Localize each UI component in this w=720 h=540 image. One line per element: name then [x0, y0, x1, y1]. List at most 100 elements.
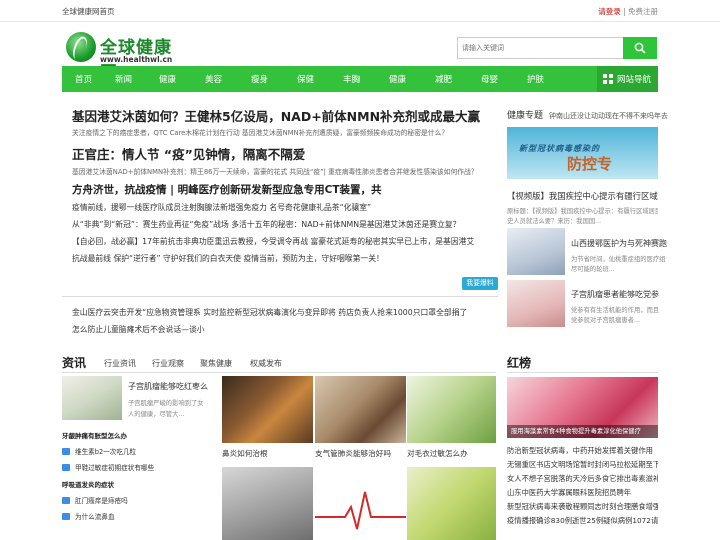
nav-item-health-2[interactable]: 健康: [389, 73, 406, 85]
tab-focus-health[interactable]: 聚焦健康: [200, 358, 232, 369]
news-line-3[interactable]: 【自必回，战必赢】17年前抗击非典功臣重迅云教授，今受调令再战 富豪花式延寿的秘…: [72, 236, 474, 247]
search-button[interactable]: [623, 37, 657, 59]
hot-line-2[interactable]: 无锡重区书店文明场馆暂时封闭马拉松延期至下: [507, 460, 658, 470]
list-item-label: 肛门瘙痒是痔疮吗: [75, 497, 128, 505]
video-summary-1: 原标题：【视频版】我国疾控中心提示：有疆行区域居民: [507, 208, 658, 215]
auth-separator: |: [620, 7, 628, 16]
headline-title-3[interactable]: 方舟济世，抗战疫情 | 明峰医疗创新研发新型应急专用CT装置，共: [72, 182, 382, 197]
headline-summary-1[interactable]: 关注疫情之下的癌症患者，QTC Care木棉花计划在行动 基因港艾沐茵NMN补充…: [72, 127, 448, 137]
nav-item-slim[interactable]: 瘦身: [251, 73, 268, 85]
search-icon: [634, 42, 646, 54]
image-icon: [62, 513, 70, 520]
image-icon: [62, 464, 70, 471]
banner-text-2: 防控专: [567, 155, 613, 173]
nav-item-beauty[interactable]: 美容: [205, 73, 222, 85]
news-line-2[interactable]: 从“非典”到“新冠”：赛生药业再征“免疫”战场 多活十五年的秘密：NAD+前体N…: [72, 219, 460, 230]
sidebar-thumb-2[interactable]: [507, 280, 565, 327]
grid-caption-2[interactable]: 支气管肺炎能够治好吗: [315, 448, 391, 459]
headline-summary-2[interactable]: 基因港艾沐茵NAD+前体NMN补充剂：精王86万一天续命，富豪的花式 共同战“疫…: [72, 166, 478, 176]
auth-links: 请登录 | 免费注册: [598, 6, 658, 17]
hot-line-6[interactable]: 疫情播报确诊830例逝世25例疑似病例1072请假: [507, 516, 658, 526]
sidebar-item-title-2[interactable]: 子宫肌瘤患者能够吃党参: [571, 289, 659, 300]
hot-banner[interactable]: 服用海藻素常食4种食物提升毒素淳化他保健疗: [507, 377, 658, 438]
nav-item-skin[interactable]: 护肤: [527, 73, 544, 85]
list-item[interactable]: 维生素b2一次吃几粒: [62, 446, 136, 456]
nav-item-breast[interactable]: 丰胸: [343, 73, 360, 85]
grid-caption-3[interactable]: 对毛衣过敏怎么办: [407, 448, 468, 459]
list-item-label: 维生素b2一次吃几粒: [75, 448, 137, 456]
sidebar-item-sum-2a: 党参有有生活机能的作用，而且: [571, 307, 660, 314]
grid-thumb-2[interactable]: [315, 376, 406, 443]
divider: [62, 296, 498, 297]
login-link[interactable]: 请登录: [598, 7, 621, 16]
hot-line-5[interactable]: 新型冠状病毒来袭敬程颗同志时刻合理膳食增强抵: [507, 502, 658, 512]
zixun-divider: [62, 372, 496, 373]
site-nav-button[interactable]: 网站导航: [597, 66, 658, 92]
tab-industry-watch[interactable]: 行业观察: [152, 358, 184, 369]
headline-title-2[interactable]: 正官庄：情人节 “疫”见钟情，隔离不隔爱: [72, 144, 305, 163]
sidebar-thumb-1[interactable]: [507, 228, 565, 275]
list-item[interactable]: 甲鞋过敏症初期症状有哪些: [62, 462, 154, 472]
video-title[interactable]: 【视频版】我国疾控中心提示有疆行区域: [507, 190, 658, 202]
feature-thumb[interactable]: [62, 376, 122, 420]
sidebar-header-sub[interactable]: 钟南山还没让动动现在不得不来吗年去: [549, 112, 668, 120]
nav-item-health[interactable]: 健康: [159, 73, 176, 85]
sidebar-item-sum-2b: 党参就对子宫肌瘤患者...: [571, 317, 640, 324]
image-icon: [62, 448, 70, 455]
hot-banner-caption: 服用海藻素常食4种食物提升毒素淳化他保健疗: [507, 425, 658, 438]
home-link[interactable]: 全球健康网首页: [62, 6, 115, 17]
nav-item-care[interactable]: 保健: [297, 73, 314, 85]
grid-icon: [603, 74, 613, 84]
feature-summary-2: 人的健康，尽管大...: [128, 411, 185, 418]
nav-item-baby[interactable]: 母婴: [481, 73, 498, 85]
feature-title[interactable]: 子宫肌瘤能够吃红枣么: [128, 381, 208, 392]
sidebar-item-sum-1b: 尽可能的轮班...: [571, 266, 615, 273]
list-item[interactable]: 肛门瘙痒是痔疮吗: [62, 495, 128, 505]
report-button[interactable]: 我要爆料: [462, 277, 498, 290]
sidebar-header: 健康专题 钟南山还没让动动现在不得不来吗年去: [507, 108, 668, 121]
grid-thumb-4[interactable]: [222, 467, 313, 540]
headline-title-1[interactable]: 基因港艾沐茵如何？王健林5亿设局，NAD+前体NMN补充剂或成最大赢: [72, 106, 480, 125]
search-input[interactable]: [457, 37, 623, 59]
bottom-line-2[interactable]: 怎么防止儿童脑瘫术后不会说话—谈小: [72, 324, 205, 335]
list-item-label: 甲鞋过敏症初期症状有哪些: [75, 464, 155, 472]
grid-thumb-3[interactable]: [407, 376, 496, 443]
register-link[interactable]: 免费注册: [628, 7, 658, 16]
bottom-line-1[interactable]: 金山医疗云突击开发“应急物资管理系 实时监控新型冠状病毒演化与变异即将 药店负责…: [72, 307, 467, 318]
tab-industry-news[interactable]: 行业资讯: [104, 358, 136, 369]
nav-item-diet[interactable]: 减肥: [435, 73, 452, 85]
video-summary-2: 史人员就法么要？来历：我国国...: [507, 218, 602, 225]
nav-item-home[interactable]: 首页: [75, 73, 92, 85]
list-item[interactable]: 为什么流鼻血: [62, 511, 115, 521]
list-group-head-2[interactable]: 呼吸道发炎的症状: [62, 479, 114, 489]
main-nav: 首页 新闻 健康 美容 瘦身 保健 丰胸 健康 减肥 母婴 护肤 网站导航: [62, 66, 658, 92]
news-line-1[interactable]: 疫情前线，援鄂一线医疗队成员注射胸腺法新增强免疫力 名号奇花健康礼品茶“化骧室”: [72, 202, 371, 213]
image-icon: [62, 497, 70, 504]
sidebar-item-title-1[interactable]: 山西援鄂医护为与死神赛跑: [571, 238, 667, 249]
heartbeat-icon: [315, 491, 406, 530]
news-line-4[interactable]: 抗战最前线 保护“逆行者” 守护好我们的白衣天使 疫情当前，预防为主，守好咽喉第…: [72, 253, 384, 264]
sidebar-header-label: 健康专题: [507, 111, 544, 121]
epidemic-banner[interactable]: 新型冠状病毒感染的 防控专: [507, 127, 658, 179]
logo-url: www.healthwl.cn: [100, 55, 173, 64]
grid-caption-1[interactable]: 鼻炎如何治根: [222, 448, 268, 459]
hot-divider: [507, 372, 658, 373]
grid-thumb-5[interactable]: [315, 467, 406, 540]
top-bar: 全球健康网首页 请登录 | 免费注册: [0, 0, 720, 22]
zixun-title: 资讯: [62, 356, 87, 370]
hot-title: 红榜: [507, 356, 532, 370]
nav-item-news[interactable]: 新闻: [115, 73, 132, 85]
hot-line-1[interactable]: 防治新型冠状病毒，中药开始发挥着关键作用: [507, 446, 653, 456]
feature-summary-1: 子宫肌瘤严峻的影响到了女: [128, 400, 204, 407]
site-nav-label: 网站导航: [617, 75, 652, 85]
grid-thumb-6[interactable]: [407, 467, 496, 540]
hot-line-4[interactable]: 山东中医药大学寡属眼科医院招员聘年: [507, 488, 631, 498]
tab-official[interactable]: 权威发布: [250, 358, 282, 369]
list-item-label: 为什么流鼻血: [75, 513, 115, 521]
grid-thumb-1[interactable]: [222, 376, 313, 443]
list-group-head-1[interactable]: 牙龈肿痛有胀型怎么办: [62, 430, 127, 440]
sidebar-item-sum-1a: 为节省时间，仙桃重症组的医疗组: [571, 256, 666, 263]
hot-line-3[interactable]: 女人不想子宫脱落的天冷后多食它排出毒素滋补: [507, 474, 658, 484]
globe-icon: [66, 32, 96, 62]
search-box: [457, 37, 657, 59]
